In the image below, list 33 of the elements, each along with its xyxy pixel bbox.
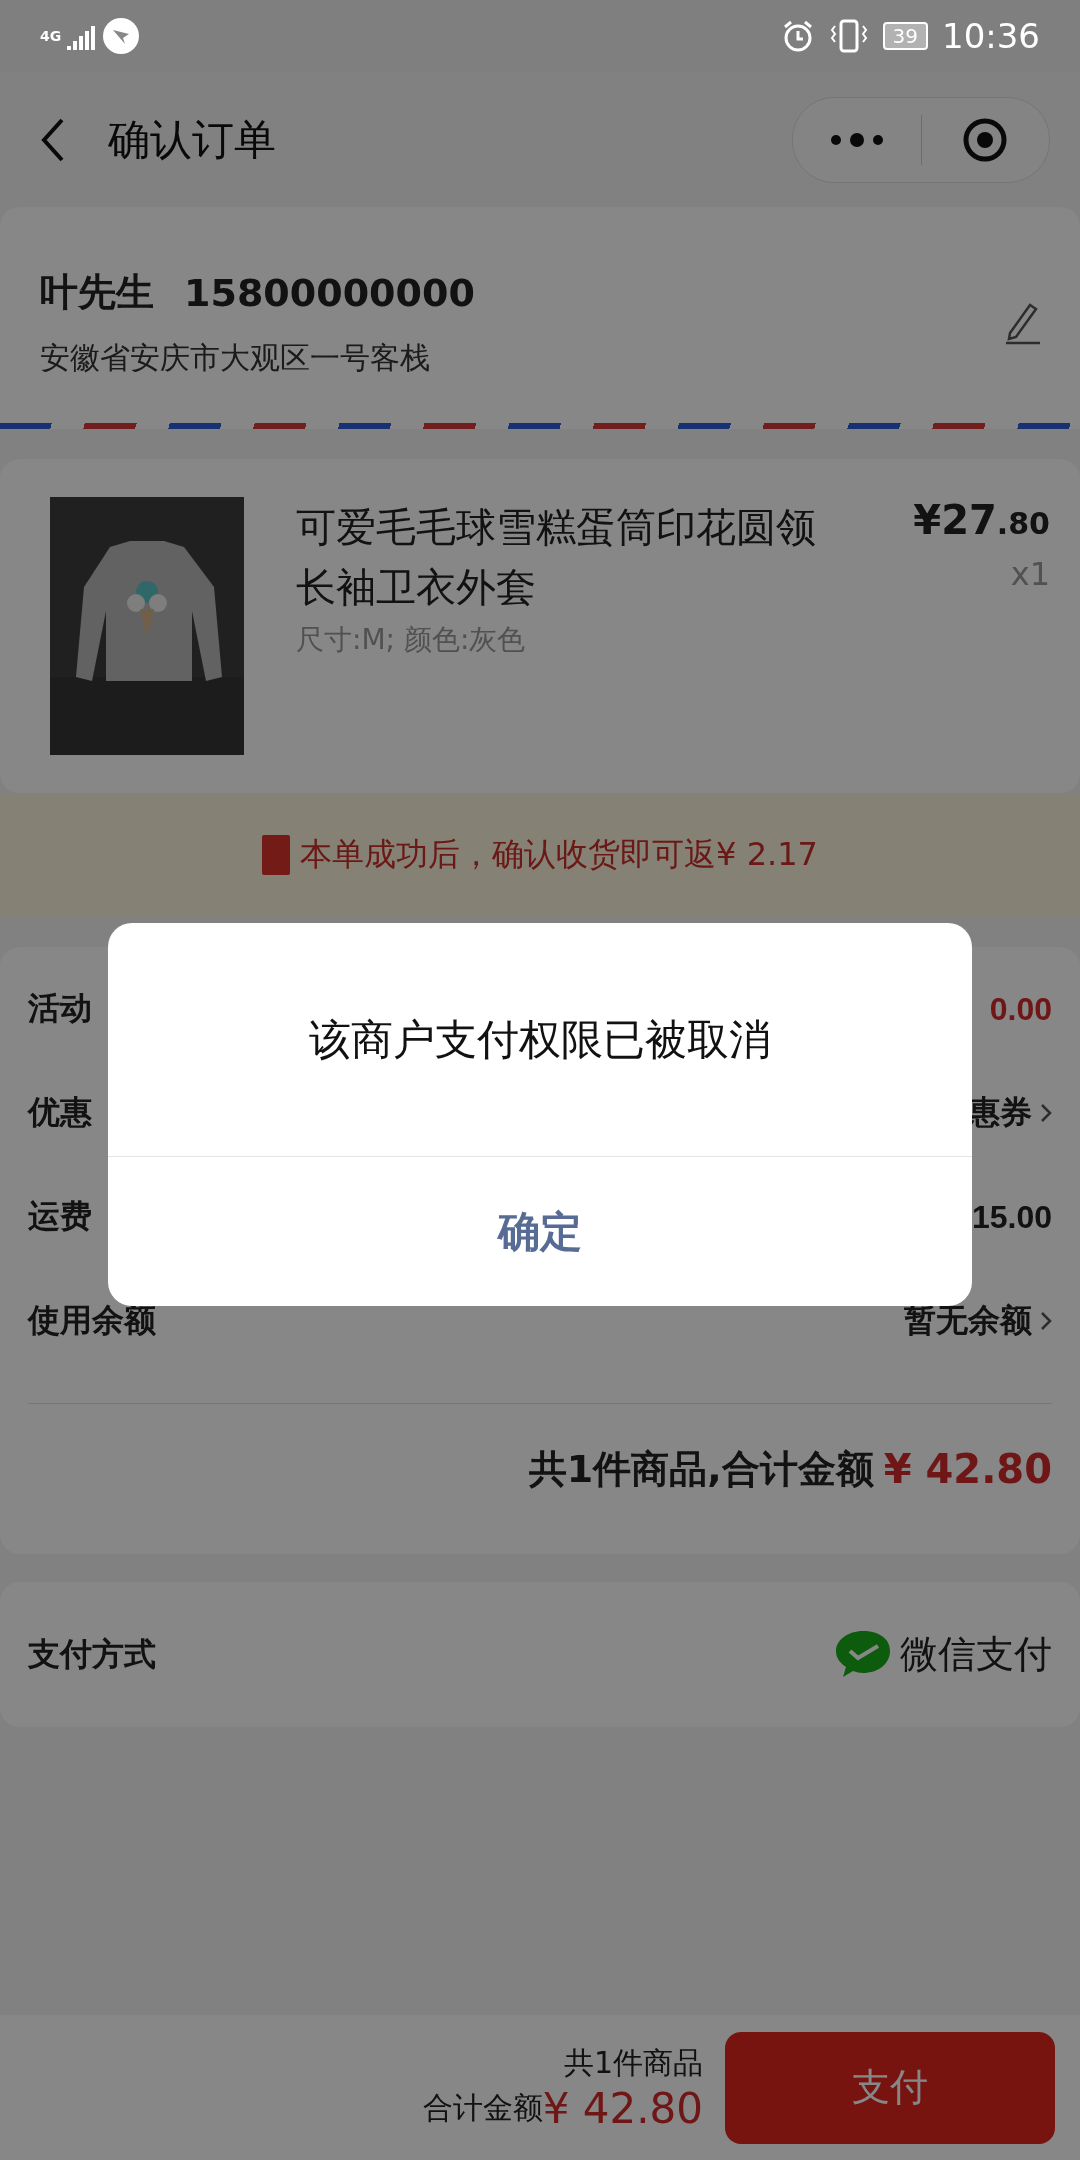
footer-total-label: 合计金额 <box>422 2088 543 2127</box>
summary-label: 运费 <box>28 1196 92 1237</box>
network-type: 4G <box>40 28 62 44</box>
summary-value: 15.00 <box>971 1198 1052 1236</box>
rebate-notice: 本单成功后，确认收货即可返¥ 2.17 <box>300 834 818 875</box>
item-count: 共1件商品 <box>562 2043 703 2082</box>
total-amount: ¥ 42.80 <box>883 1446 1052 1492</box>
back-icon[interactable] <box>40 116 66 163</box>
target-icon <box>962 116 1009 163</box>
page-title: 确认订单 <box>108 113 277 166</box>
vibrate-icon <box>828 18 869 54</box>
pay-button[interactable]: 支付 <box>725 2031 1055 2144</box>
shipping-address: 安徽省安庆市大观区一号客栈 <box>40 339 431 377</box>
more-icon <box>829 132 884 147</box>
dialog-message: 该商户支付权限已被取消 <box>108 923 972 1157</box>
app-notification-icon <box>103 18 140 54</box>
chevron-right-icon <box>1040 1103 1052 1123</box>
total-label: 共1件商品,合计金额 <box>528 1445 874 1493</box>
recipient-phone: 15800000000 <box>184 270 475 315</box>
envelope-icon <box>262 835 291 875</box>
footer-total-amount: ¥ 42.80 <box>542 2083 703 2133</box>
recipient-name: 叶先生 <box>40 269 154 316</box>
summary-label: 优惠 <box>28 1092 92 1133</box>
payment-method[interactable]: 微信支付 <box>900 1629 1052 1680</box>
payment-label: 支付方式 <box>28 1633 156 1675</box>
summary-value: 0.00 <box>989 990 1052 1028</box>
summary-label: 活动 <box>28 988 92 1029</box>
chevron-right-icon <box>1040 1311 1052 1331</box>
product-title: 可爱毛毛球雪糕蛋筒印花圆领长袖卫衣外套 <box>296 503 817 612</box>
edit-icon[interactable] <box>1004 301 1040 345</box>
battery-level: 39 <box>882 22 928 50</box>
clock-time: 10:36 <box>942 16 1040 56</box>
product-price: ¥27.80 <box>913 497 1050 543</box>
